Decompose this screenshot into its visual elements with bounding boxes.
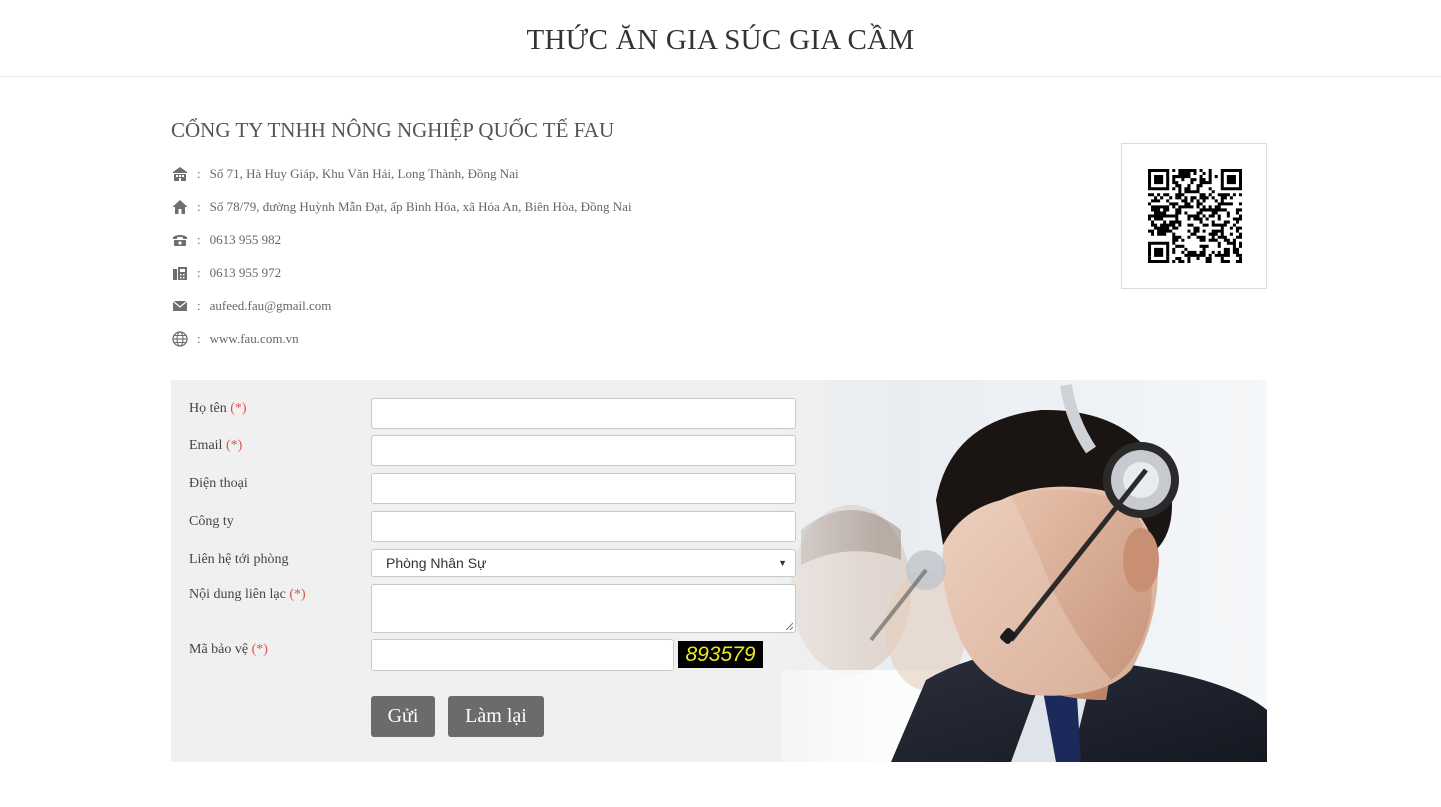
info-text: Số 71, Hà Huy Giáp, Khu Văn Hải, Long Th… [209, 166, 519, 181]
home-icon [171, 198, 189, 216]
department-selected-value: Phòng Nhân Sự [386, 555, 487, 571]
company-input[interactable] [371, 511, 796, 542]
company-label: Công ty [189, 514, 234, 529]
site-header: THỨC ĂN GIA SÚC GIA CẦM [0, 0, 1441, 77]
info-fax: : 0613 955 972 [171, 262, 281, 284]
send-button[interactable]: Gửi [371, 696, 435, 737]
email-input[interactable] [371, 435, 796, 466]
captcha-input[interactable] [371, 639, 674, 671]
required-mark: (*) [225, 438, 243, 453]
captcha-image: 893579 [678, 641, 763, 668]
info-text: aufeed.fau@gmail.com [209, 298, 332, 313]
required-mark: (*) [251, 642, 268, 657]
message-textarea[interactable] [371, 584, 796, 633]
captcha-label: Mã bảo vệ (*) [189, 642, 268, 658]
name-label-text: Họ tên [189, 401, 227, 416]
envelope-icon [171, 297, 189, 315]
site-title: THỨC ĂN GIA SÚC GIA CẦM [526, 24, 915, 56]
info-text: 0613 955 972 [209, 265, 282, 280]
contact-form-panel: Họ tên (*) Email (*) Điện thoại Công ty … [171, 380, 1267, 762]
phone-input[interactable] [371, 473, 796, 504]
qr-code-image [1148, 169, 1242, 263]
info-separator: : [197, 199, 201, 214]
info-separator: : [197, 265, 201, 280]
department-select[interactable]: Phòng Nhân Sự ▼ [371, 549, 796, 577]
department-label: Liên hệ tới phòng [189, 552, 289, 567]
name-input[interactable] [371, 398, 796, 429]
reset-button[interactable]: Làm lại [448, 696, 544, 737]
info-separator: : [197, 331, 201, 346]
info-website: : www.fau.com.vn [171, 328, 299, 350]
required-mark: (*) [230, 401, 247, 416]
fax-icon [171, 264, 189, 282]
info-separator: : [197, 298, 201, 313]
info-text: Số 78/79, đường Huỳnh Mẫn Đạt, ấp Bình H… [209, 199, 632, 214]
globe-icon [171, 330, 189, 348]
info-text: 0613 955 982 [209, 232, 282, 247]
email-label: Email (*) [189, 438, 242, 454]
phone-icon [171, 231, 189, 249]
info-phone: : 0613 955 982 [171, 229, 281, 251]
required-mark: (*) [289, 587, 306, 602]
info-address-office: : Số 71, Hà Huy Giáp, Khu Văn Hải, Long … [171, 163, 519, 185]
info-separator: : [197, 166, 201, 181]
resize-grip-icon[interactable] [785, 622, 793, 630]
phone-label: Điện thoại [189, 476, 248, 491]
message-label: Nội dung liên lạc (*) [189, 587, 306, 603]
captcha-label-text: Mã bảo vệ [189, 642, 249, 657]
qr-code [1121, 143, 1267, 289]
name-label: Họ tên (*) [189, 401, 247, 417]
company-name: CỔNG TY TNHH NÔNG NGHIỆP QUỐC TẾ FAU [171, 118, 615, 142]
info-separator: : [197, 232, 201, 247]
email-label-text: Email [189, 438, 223, 453]
info-text: www.fau.com.vn [209, 331, 299, 346]
office-building-icon [171, 165, 189, 183]
info-address-home: : Số 78/79, đường Huỳnh Mẫn Đạt, ấp Bình… [171, 196, 632, 218]
message-label-text: Nội dung liên lạc [189, 587, 286, 602]
info-email: : aufeed.fau@gmail.com [171, 295, 331, 317]
dropdown-arrow-icon: ▼ [778, 558, 787, 568]
